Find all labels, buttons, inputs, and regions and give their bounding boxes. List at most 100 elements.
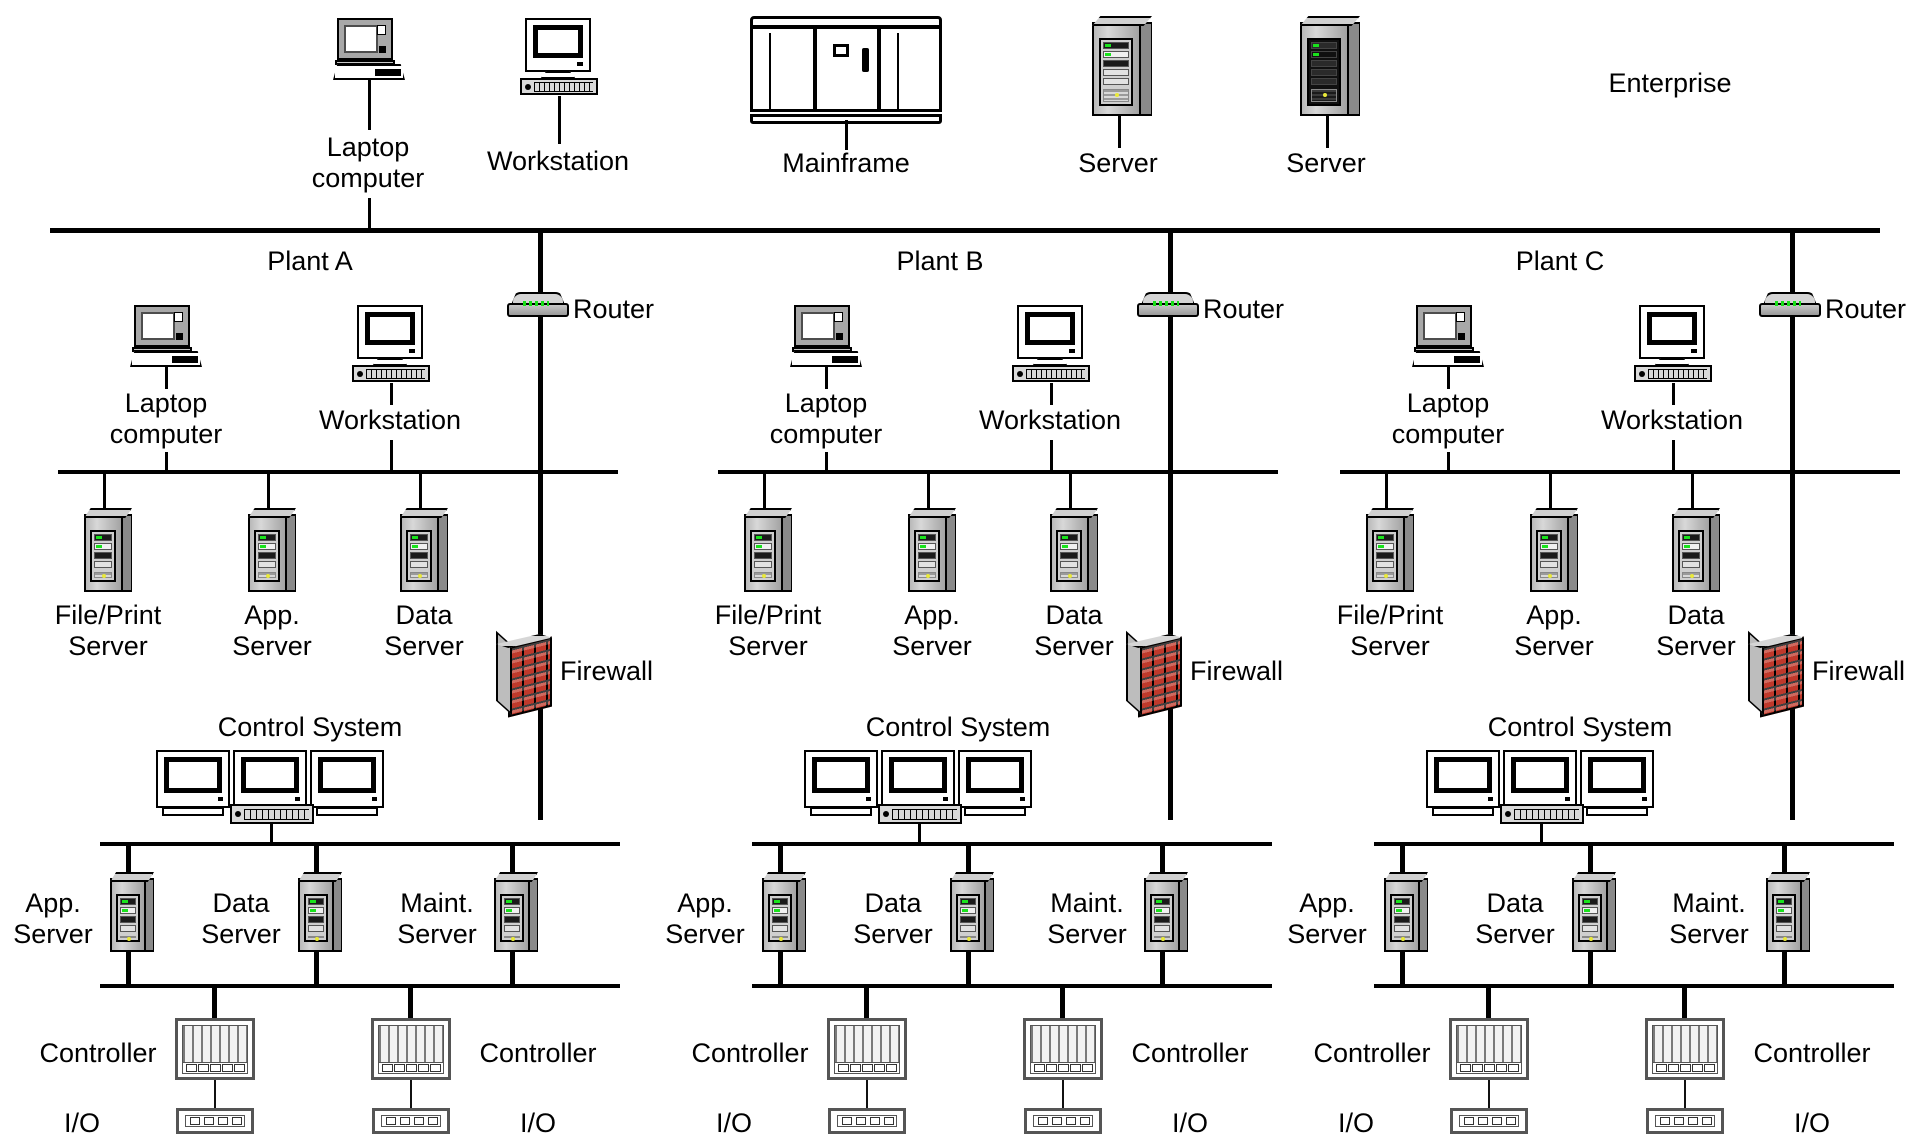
network-diagram-canvas: Laptop computer Workstation Mainframe Ser… (0, 0, 1920, 1146)
workstation-icon (520, 18, 598, 98)
ent-server-2-label: Server (1286, 148, 1366, 178)
plant-c-field-bus (1374, 984, 1894, 988)
plant-b-label: Plant B (896, 246, 984, 276)
io-module-icon-b2 (1024, 1108, 1102, 1134)
io-module-icon-c2 (1646, 1108, 1724, 1134)
ent-mainframe-label: Mainframe (782, 148, 910, 178)
link-ent-laptop-bus (368, 198, 371, 230)
server-icon-a3 (400, 508, 448, 592)
workstation-icon-b (1012, 305, 1090, 385)
plant-a-server-3-label: Data Server (384, 600, 464, 661)
laptop-icon-b (790, 305, 862, 367)
plant-c-io-2-label: I/O (1793, 1108, 1830, 1138)
plant-a-controller-2-label: Controller (479, 1038, 597, 1068)
link-b-workstation-bus (1050, 440, 1053, 472)
plant-b-control-system-label: Control System (865, 712, 1051, 742)
router-icon-b (1137, 292, 1199, 318)
server-icon-c1 (1366, 508, 1414, 592)
laptop-icon-c (1412, 305, 1484, 367)
plant-b-router-label: Router (1203, 294, 1285, 324)
server-icon (1092, 16, 1152, 116)
link-c-workstation (1672, 383, 1675, 405)
link-a-srv1 (103, 474, 106, 512)
controller-icon-a1 (175, 1018, 255, 1080)
laptop-icon-a (130, 305, 202, 367)
enterprise-label: Enterprise (1608, 68, 1732, 98)
control-system-icon-b (804, 750, 1034, 824)
link-a-control-system (270, 822, 273, 844)
link-a-io2 (410, 1080, 412, 1110)
plant-a-controller-1-label: Controller (39, 1038, 157, 1068)
link-c-laptop-bus (1447, 452, 1450, 472)
plant-b-ctrl-server-1-label: App. Server (665, 888, 745, 949)
plant-c-io-1-label: I/O (1337, 1108, 1374, 1138)
controller-icon-b2 (1023, 1018, 1103, 1080)
server-icon-b2 (908, 508, 956, 592)
plant-b-controller-2-label: Controller (1131, 1038, 1249, 1068)
plant-b-field-bus (752, 984, 1272, 988)
link-ent-laptop (368, 80, 371, 130)
link-b-plc1 (864, 988, 869, 1020)
link-c-laptop (1447, 367, 1450, 389)
plant-a-io-2-label: I/O (519, 1108, 556, 1138)
router-icon-c (1759, 292, 1821, 318)
link-c-io1 (1488, 1080, 1490, 1110)
plant-b-ctrl-server-3-label: Maint. Server (1047, 888, 1127, 949)
link-b-srv2 (927, 474, 930, 512)
ent-server-1-label: Server (1078, 148, 1158, 178)
controller-icon-c1 (1449, 1018, 1529, 1080)
plant-c-firewall-label: Firewall (1812, 656, 1906, 686)
plant-a-router-label: Router (573, 294, 655, 324)
plant-a-io-1-label: I/O (63, 1108, 100, 1138)
io-module-icon-c1 (1450, 1108, 1528, 1134)
link-a-srv2 (267, 474, 270, 512)
plant-a-control-system-label: Control System (217, 712, 403, 742)
plant-a-control-bus (100, 842, 620, 846)
link-ent-mainframe (845, 120, 848, 150)
workstation-icon-c (1634, 305, 1712, 385)
link-b-srv1 (763, 474, 766, 512)
controller-icon-a2 (371, 1018, 451, 1080)
plant-b-office-bus (718, 470, 1278, 474)
io-module-icon-b1 (828, 1108, 906, 1134)
link-b-laptop (825, 367, 828, 389)
plant-b-control-bus (752, 842, 1272, 846)
link-a-plc2 (408, 988, 413, 1020)
server-icon-c3 (1672, 508, 1720, 592)
plant-c-ctrl-server-1-label: App. Server (1287, 888, 1367, 949)
link-b-laptop-bus (825, 452, 828, 472)
server-icon-c2 (1530, 508, 1578, 592)
io-module-icon-a1 (176, 1108, 254, 1134)
plant-a-ctrl-server-2-label: Data Server (201, 888, 281, 949)
plant-a-workstation-label: Workstation (318, 405, 462, 435)
link-c-srv1 (1385, 474, 1388, 512)
link-c-plc2 (1682, 988, 1687, 1020)
link-ent-server-1 (1118, 116, 1121, 148)
link-a-workstation (390, 383, 393, 405)
link-b-io2 (1062, 1080, 1064, 1110)
plant-c-label: Plant C (1515, 246, 1605, 276)
plant-b-laptop-label: Laptop computer (769, 388, 883, 449)
plant-b-controller-1-label: Controller (691, 1038, 809, 1068)
plant-a-ctrl-server-3-label: Maint. Server (397, 888, 477, 949)
router-icon-a (507, 292, 569, 318)
plant-b-server-3-label: Data Server (1034, 600, 1114, 661)
laptop-icon (333, 18, 405, 80)
server-icon-b1 (744, 508, 792, 592)
server-icon-b3 (1050, 508, 1098, 592)
plant-b-io-2-label: I/O (1171, 1108, 1208, 1138)
plant-a-laptop-label: Laptop computer (109, 388, 223, 449)
link-b-srv3 (1069, 474, 1072, 512)
link-c-io2 (1684, 1080, 1686, 1110)
plant-b-io-1-label: I/O (715, 1108, 752, 1138)
server-icon-a2 (248, 508, 296, 592)
link-c-srv2 (1549, 474, 1552, 512)
plant-c-laptop-label: Laptop computer (1391, 388, 1505, 449)
plant-c-ctrl-server-3-label: Maint. Server (1669, 888, 1749, 949)
server-icon-a1 (84, 508, 132, 592)
link-a-laptop (165, 367, 168, 389)
link-a-srv3 (419, 474, 422, 512)
link-c-plc1 (1486, 988, 1491, 1020)
link-b-io1 (866, 1080, 868, 1110)
link-b-control-system (918, 822, 921, 844)
